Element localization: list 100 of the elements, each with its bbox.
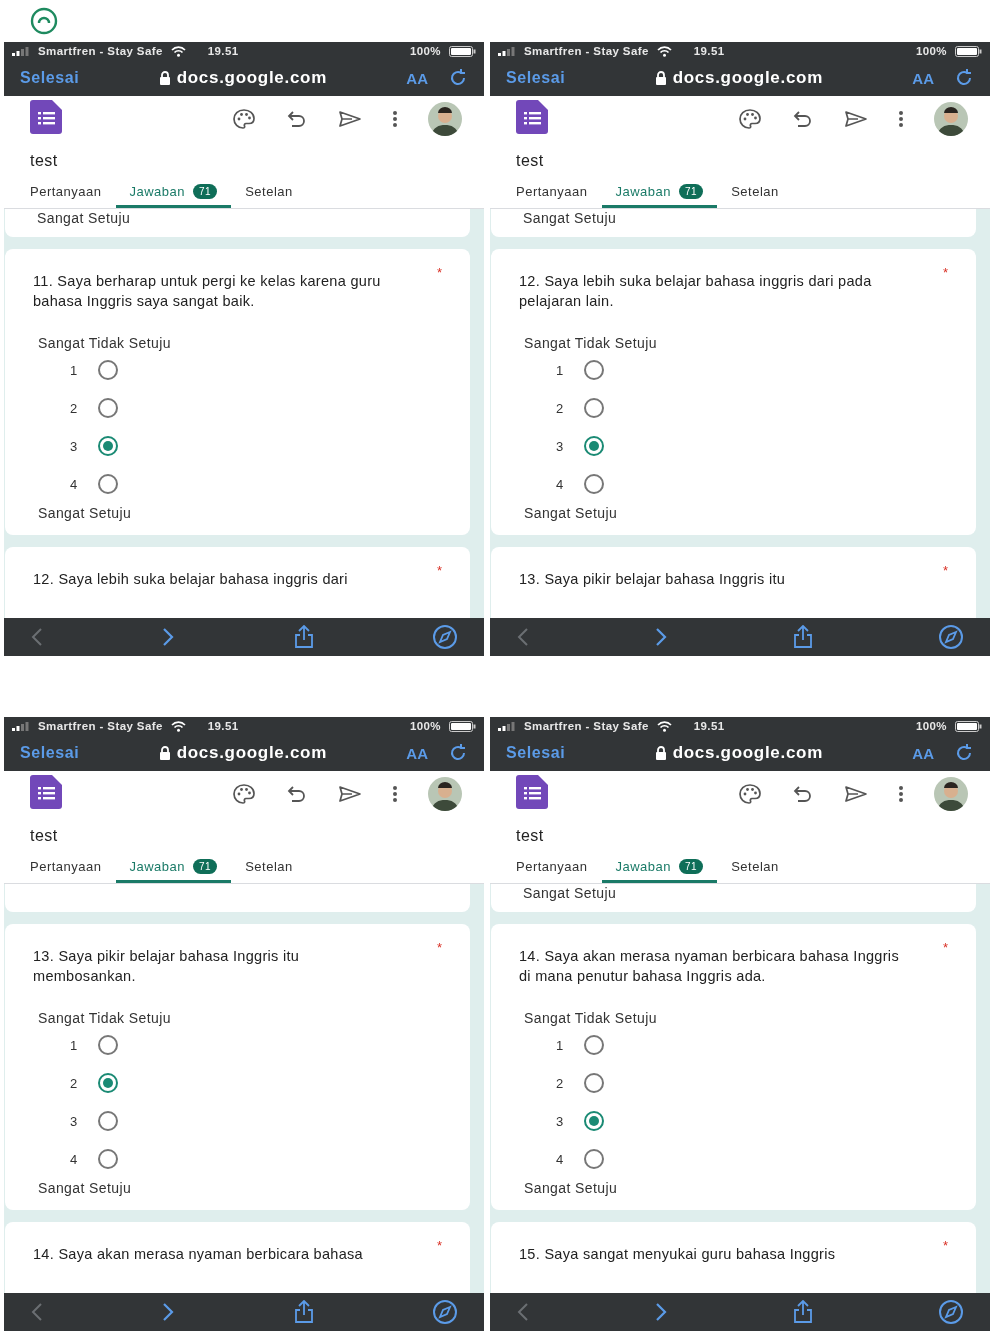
reload-icon[interactable] [448,743,468,763]
more-icon[interactable] [898,110,904,128]
back-icon[interactable] [30,1302,44,1322]
more-icon[interactable] [392,110,398,128]
option-number: 3 [556,438,565,454]
clock-time: 19.51 [693,720,725,732]
forward-icon[interactable] [654,1302,668,1322]
tab[interactable]: Pertanyaan [516,178,602,208]
radio-button[interactable] [98,1149,118,1169]
radio-button[interactable] [584,1111,604,1131]
compass-icon[interactable] [938,1299,964,1325]
avatar-icon[interactable] [428,777,462,811]
option-number: 2 [70,1075,79,1091]
done-link[interactable]: Selesai [506,744,566,762]
undo-icon[interactable] [792,785,814,803]
radio-button[interactable] [98,436,118,456]
radio-button[interactable] [98,1035,118,1055]
done-link[interactable]: Selesai [20,69,80,87]
compass-icon[interactable] [432,1299,458,1325]
radio-button[interactable] [98,1073,118,1093]
text-size-button[interactable]: AA [912,744,934,762]
tab[interactable]: Setelan [231,178,307,208]
undo-icon[interactable] [286,110,308,128]
reload-icon[interactable] [954,68,974,88]
share-icon[interactable] [292,625,315,649]
forms-logo-icon[interactable] [516,100,548,134]
text-size-button[interactable]: AA [406,744,428,762]
undo-icon[interactable] [792,110,814,128]
tab[interactable]: Pertanyaan [516,853,602,883]
radio-button[interactable] [584,474,604,494]
palette-icon[interactable] [738,108,762,130]
option-number: 1 [556,1037,565,1053]
tab[interactable]: Pertanyaan [30,178,116,208]
avatar-icon[interactable] [428,102,462,136]
required-mark: * [942,563,948,578]
radio-button[interactable] [584,360,604,380]
reload-icon[interactable] [954,743,974,763]
option-number: 1 [70,362,79,378]
text-size-button[interactable]: AA [912,69,934,87]
radio-button[interactable] [584,436,604,456]
forms-logo-icon[interactable] [30,100,62,134]
lock-icon [158,71,171,85]
forms-logo-icon[interactable] [30,775,62,809]
tab[interactable]: Setelan [231,853,307,883]
reload-icon[interactable] [448,68,468,88]
form-title: test [30,827,58,845]
done-link[interactable]: Selesai [506,69,566,87]
send-icon[interactable] [844,785,868,803]
radio-button[interactable] [98,360,118,380]
share-icon[interactable] [292,1300,315,1324]
radio-button[interactable] [98,1111,118,1131]
palette-icon[interactable] [738,783,762,805]
palette-icon[interactable] [232,783,256,805]
tab[interactable]: Pertanyaan [30,853,116,883]
forms-logo-icon[interactable] [516,775,548,809]
radio-button[interactable] [98,474,118,494]
undo-icon[interactable] [286,785,308,803]
scale-label: Sangat Setuju [523,1180,619,1196]
radio-button[interactable] [584,1073,604,1093]
avatar-icon[interactable] [934,777,968,811]
text-size-button[interactable]: AA [406,69,428,87]
required-mark: * [436,940,442,955]
radio-button[interactable] [98,398,118,418]
palette-icon[interactable] [232,108,256,130]
share-icon[interactable] [792,1300,814,1324]
share-icon[interactable] [792,625,814,649]
signal-icon [498,721,516,731]
wifi-icon [656,720,672,732]
battery-percent: 100% [916,720,947,732]
app-logo-icon[interactable] [30,7,58,35]
forward-icon[interactable] [161,627,176,647]
url-text[interactable]: docs.google.com [672,743,823,763]
scale-label: Sangat Setuju [522,210,617,226]
back-icon[interactable] [516,1302,530,1322]
form-title: test [516,152,544,170]
tab[interactable]: Setelan [717,178,793,208]
more-icon[interactable] [898,785,904,803]
url-text[interactable]: docs.google.com [176,743,327,763]
question-text: 13. Saya pikir belajar bahasa Inggris itu [519,570,787,589]
url-text[interactable]: docs.google.com [672,68,823,88]
required-mark: * [942,265,948,280]
tab[interactable]: Setelan [717,853,793,883]
send-icon[interactable] [844,110,868,128]
compass-icon[interactable] [938,624,964,650]
back-icon[interactable] [30,627,44,647]
forward-icon[interactable] [654,627,668,647]
send-icon[interactable] [338,785,362,803]
back-icon[interactable] [516,627,530,647]
forward-icon[interactable] [161,1302,176,1322]
more-icon[interactable] [392,785,398,803]
compass-icon[interactable] [432,624,458,650]
radio-button[interactable] [584,1149,604,1169]
radio-button[interactable] [584,1035,604,1055]
url-text[interactable]: docs.google.com [176,68,327,88]
send-icon[interactable] [338,110,362,128]
count-badge: 71 [679,859,704,874]
battery-percent: 100% [916,45,947,57]
radio-button[interactable] [584,398,604,418]
done-link[interactable]: Selesai [20,744,80,762]
avatar-icon[interactable] [934,102,968,136]
